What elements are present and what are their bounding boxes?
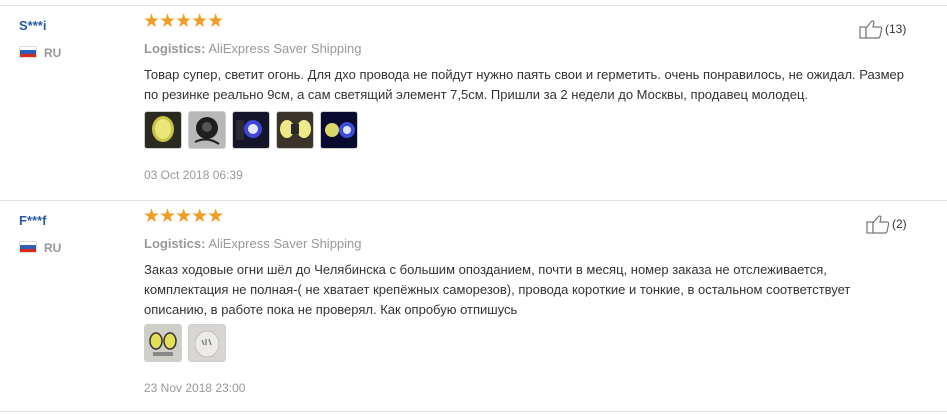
review-photos [144,111,358,149]
star-rating: ★★★★★ [143,11,224,32]
divider [0,411,947,412]
thumbs-up-icon [859,20,883,39]
star-rating: ★★★★★ [143,206,224,227]
helpful-button[interactable]: (13) [859,19,906,39]
review-photo[interactable] [276,111,314,149]
review-photos [144,324,226,362]
review-photo[interactable] [232,111,270,149]
reviewer-name[interactable]: F***f [19,213,46,228]
reviewer-name[interactable]: S***i [19,18,46,33]
review-date: 03 Oct 2018 06:39 [144,168,243,182]
helpful-button[interactable]: (2) [866,214,907,234]
logistics-value: AliExpress Saver Shipping [208,236,362,251]
thumbs-up-icon [866,215,890,234]
review-date: 23 Nov 2018 23:00 [144,381,246,395]
review-photo[interactable] [188,324,226,362]
russia-flag-icon [19,46,37,58]
review-photo[interactable] [144,111,182,149]
review-text: Заказ ходовые огни шёл до Челябинска с б… [144,262,851,317]
logistics-value: AliExpress Saver Shipping [208,41,362,56]
logistics-info: Logistics: AliExpress Saver Shipping [144,236,362,251]
russia-flag-icon [19,241,37,253]
helpful-count: (13) [885,22,907,36]
review-photo[interactable] [144,324,182,362]
logistics-label: Logistics: [144,236,206,251]
review-photo[interactable] [320,111,358,149]
reviewer-country: RU [44,46,62,60]
review-text: Товар супер, светит огонь. Для дхо прово… [144,67,904,102]
reviewer-country: RU [44,241,62,255]
review-item: S***i RU ★★★★★ Logistics: AliExpress Sav… [0,6,947,200]
review-photo[interactable] [188,111,226,149]
logistics-label: Logistics: [144,41,206,56]
logistics-info: Logistics: AliExpress Saver Shipping [144,41,362,56]
review-item: F***f RU ★★★★★ Logistics: AliExpress Sav… [0,201,947,411]
helpful-count: (2) [892,217,907,231]
